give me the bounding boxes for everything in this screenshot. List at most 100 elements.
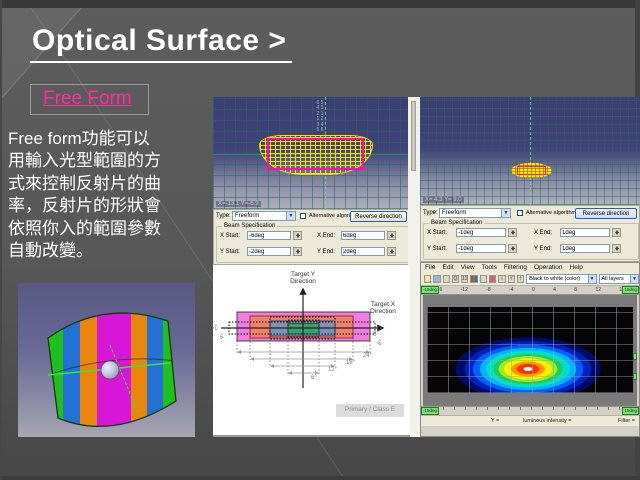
info-icon[interactable]: i: [498, 275, 505, 283]
menu-filtering[interactable]: Filtering: [504, 264, 527, 272]
y-start-input-2[interactable]: [456, 244, 506, 253]
y-start-input[interactable]: [247, 247, 291, 256]
colormap-select[interactable]: Black to white (color) ▼: [526, 274, 596, 284]
x-start-label: X Start:: [220, 233, 240, 239]
type-select-2[interactable]: Freeform ▼: [439, 208, 511, 218]
chevron-down-icon[interactable]: ▼: [588, 275, 596, 283]
cursor-coordinates: X=-13.1 Y=-6.9: [216, 201, 261, 207]
slide: Optical Surface > Free Form Free form功能可…: [0, 0, 640, 480]
range-tab-bottom-left[interactable]: -15deg: [421, 407, 439, 415]
beam-specification-legend: Beam Specification: [222, 223, 277, 229]
type-label: Type:: [216, 213, 231, 219]
tick: -4: [509, 287, 513, 293]
beam-specification-group-2: Beam Specification X Start: X End: Y Sta…: [423, 223, 639, 260]
bottom-ruler: [421, 406, 639, 414]
x-end-input-2[interactable]: [560, 228, 610, 237]
tick: -12: [461, 287, 468, 293]
alternative-algorithm-checkbox-2[interactable]: [517, 210, 523, 216]
menu-tools[interactable]: Tools: [482, 264, 497, 272]
y-end-spinner[interactable]: [387, 247, 396, 256]
y-end-label: Y End:: [317, 249, 335, 255]
target-diagram: Target Y Direction Target X Direction 2°…: [213, 265, 410, 437]
menu-file[interactable]: File: [425, 264, 435, 272]
intensity-plot[interactable]: [423, 295, 637, 406]
status-y: Y =: [491, 418, 499, 424]
x-start-input-2[interactable]: [456, 228, 506, 237]
chevron-down-icon[interactable]: ▼: [501, 209, 510, 217]
beam-specification-legend-2: Beam Specification: [429, 220, 484, 226]
freeform-label-box: Free Form: [30, 84, 149, 115]
x-start-spinner[interactable]: [293, 231, 302, 240]
range-tab-side-2[interactable]: [633, 373, 637, 380]
type-label-2: Type:: [423, 210, 438, 216]
x-end-spinner-2[interactable]: [612, 228, 621, 237]
target-y-label: Target Y Direction: [273, 271, 333, 286]
slide-left-edge: [0, 0, 2, 480]
one-to-one-icon[interactable]: 11: [461, 275, 468, 283]
y-end-input-2[interactable]: [560, 244, 610, 253]
alternative-algorithm-checkbox[interactable]: [300, 213, 306, 219]
beam-range-outline-small[interactable]: [517, 166, 546, 175]
primary-class-e-button[interactable]: Primary / Class E: [336, 404, 404, 417]
flag-icon[interactable]: †: [517, 275, 524, 283]
type-select-value: Freeform: [235, 213, 259, 219]
zoom-icon[interactable]: Q: [452, 275, 459, 283]
x-end-input[interactable]: [341, 231, 385, 240]
menu-edit[interactable]: Edit: [442, 264, 453, 272]
target-x-label: Target X Direction: [359, 301, 407, 316]
status-quantity: luminous intensity =: [523, 418, 571, 424]
viewport-3d-right[interactable]: X= 4.3 Y= 9.0: [420, 97, 640, 205]
y-end-input[interactable]: [341, 247, 385, 256]
print-icon[interactable]: [443, 275, 450, 283]
layers-icon[interactable]: [489, 275, 496, 283]
menu-operation[interactable]: Operation: [534, 264, 563, 272]
scrollbar[interactable]: [411, 101, 416, 171]
plot-field: [427, 307, 633, 393]
freeform-label: Free Form: [43, 88, 132, 109]
layers-select[interactable]: All layers ▼: [599, 274, 639, 284]
slide-top-bar: [0, 0, 640, 8]
body-text: Free form功能可以 用輸入光型範圍的方 式來控制反射片的曲 率，反射片的…: [8, 128, 210, 263]
chevron-down-icon[interactable]: ▼: [286, 212, 295, 220]
x-start-spinner-2[interactable]: [508, 228, 517, 237]
reverse-direction-button-2[interactable]: Reverse direction: [575, 208, 637, 219]
slide-bottom-edge: [0, 476, 640, 480]
copy-icon[interactable]: [480, 275, 487, 283]
chevron-down-icon[interactable]: ▼: [630, 275, 638, 283]
open-icon[interactable]: [424, 275, 431, 283]
cad-manipulator-sphere[interactable]: [101, 361, 119, 379]
menu-help[interactable]: Help: [570, 264, 583, 272]
beam-specification-group: Beam Specification X Start: X End: Y Sta…: [216, 226, 409, 263]
probe-icon[interactable]: Y: [508, 275, 515, 283]
menu-bar: File Edit View Tools Filtering Operation…: [421, 263, 639, 272]
y-end-spinner-2[interactable]: [612, 244, 621, 253]
beam-form-left: Type: Freeform ▼ Alternative algorithm (…: [213, 209, 410, 265]
range-tab-right[interactable]: 15deg: [622, 286, 639, 294]
dim-18deg: 18°: [346, 360, 355, 366]
layers-value: All layers: [602, 276, 624, 282]
beam-range-outline[interactable]: [267, 138, 364, 170]
save-icon[interactable]: [433, 275, 440, 283]
cursor-coordinates-2: X= 4.3 Y= 9.0: [423, 197, 464, 203]
type-select-2-value: Freeform: [442, 210, 466, 216]
y-start-spinner[interactable]: [293, 247, 302, 256]
menu-view[interactable]: View: [461, 264, 475, 272]
range-tab-bottom-right[interactable]: 15deg: [622, 407, 639, 415]
cad-surface-image: [18, 283, 195, 437]
palette-icon[interactable]: [470, 275, 477, 283]
reverse-direction-button[interactable]: Reverse direction: [350, 211, 407, 222]
dim-24deg: 24°: [363, 353, 372, 359]
x-start-input[interactable]: [247, 231, 291, 240]
viewport-3d-left[interactable]: 6 5 4 3 2 1 1 2 3 4 5 6 X=-13.1 Y=-6.9: [213, 97, 410, 209]
x-end-spinner[interactable]: [387, 231, 396, 240]
dim-6deg: 6°: [311, 375, 317, 381]
type-select[interactable]: Freeform ▼: [232, 211, 296, 221]
viewport2-vertical-axis: [530, 97, 531, 205]
y-end-label-2: Y End:: [534, 246, 552, 252]
tick: 8: [574, 287, 577, 293]
range-tab-side-1[interactable]: [633, 353, 637, 360]
range-tab-left[interactable]: -15deg: [421, 286, 439, 294]
beam-form-right: Type: Freeform ▼ Alternative algorithm (…: [420, 205, 640, 262]
y-start-spinner-2[interactable]: [508, 244, 517, 253]
y-start-label-2: Y Start:: [427, 246, 447, 252]
